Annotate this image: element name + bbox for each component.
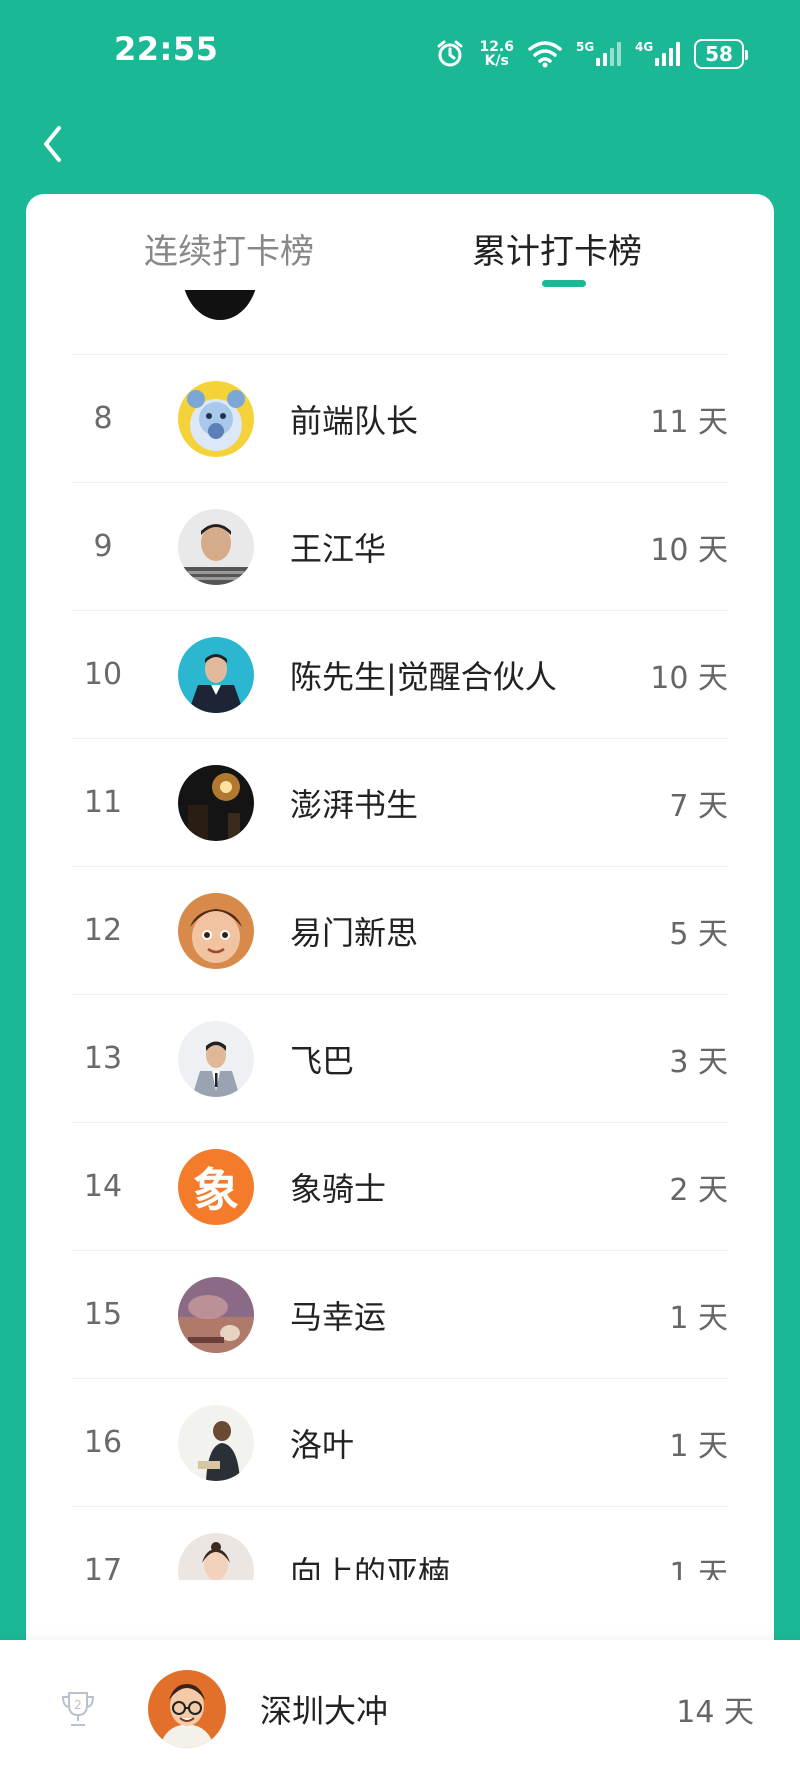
list-item[interactable]: 8 前端队长 11 天 <box>72 355 728 483</box>
rank-number: 13 <box>83 1041 123 1076</box>
man-portrait-avatar <box>178 508 254 585</box>
list-item[interactable]: 13 飞巴 3 天 <box>72 995 728 1123</box>
user-name: 向上的亚楠 <box>290 1553 451 1581</box>
my-rank-badge: 2 <box>74 1698 82 1712</box>
days-count: 10 天 <box>650 660 728 696</box>
user-name: 王江华 <box>290 529 387 568</box>
user-name: 象骑士 <box>290 1169 387 1208</box>
my-days-count: 14 天 <box>676 1695 754 1730</box>
elephant-char-avatar: 象 <box>178 1148 254 1225</box>
tab-consecutive[interactable]: 连续打卡榜 <box>144 224 314 273</box>
days-count: 5 天 <box>669 916 728 952</box>
status-icons: 12.6 K/s 5G 4G 58 <box>435 36 748 72</box>
cartoon-bear-avatar <box>178 380 254 457</box>
days-count: 2 天 <box>669 1172 728 1208</box>
days-count: 7 天 <box>669 788 728 824</box>
chevron-left-icon <box>44 126 61 162</box>
rank-number: 14 <box>83 1169 123 1204</box>
battery-level: 58 <box>705 42 733 66</box>
cartoon-boy-avatar <box>178 892 254 969</box>
signal-4g-label: 4G <box>635 40 654 54</box>
battery-icon: 58 <box>694 39 748 69</box>
tab-cumulative[interactable]: 累计打卡榜 <box>472 224 642 273</box>
rank-number: 11 <box>83 785 123 820</box>
list-item[interactable]: 9 王江华 10 天 <box>72 483 728 611</box>
list-item[interactable]: 10 陈先生|觉醒合伙人 10 天 <box>72 611 728 739</box>
list-item[interactable]: 11 澎湃书生 7 天 <box>72 739 728 867</box>
signal-bars-icon <box>596 42 621 66</box>
days-count: 1 天 <box>669 1300 728 1336</box>
list-item[interactable]: 17 向上的亚楠 1 天 <box>72 1507 728 1580</box>
list-item[interactable]: 14 象 象骑士 2 天 <box>72 1123 728 1251</box>
avatar-character: 象 <box>193 1162 239 1217</box>
glasses-man-avatar <box>148 1670 226 1748</box>
rank-number: 9 <box>93 529 113 564</box>
signal-5g-label: 5G <box>576 40 595 54</box>
reading-person-avatar <box>178 1404 254 1481</box>
user-name: 陈先生|觉醒合伙人 <box>290 657 557 696</box>
rank-number: 17 <box>83 1553 123 1580</box>
signal-5g: 5G <box>576 40 621 66</box>
rank-number: 16 <box>83 1425 123 1460</box>
rank-number: 8 <box>93 401 113 436</box>
trophy-icon: 2 <box>61 1692 95 1726</box>
rank-number: 12 <box>83 913 123 948</box>
speed-value: 12.6 <box>479 39 514 55</box>
signal-4g: 4G <box>635 40 680 66</box>
days-count: 1 天 <box>669 1428 728 1464</box>
user-name: 马幸运 <box>290 1297 387 1336</box>
back-button[interactable] <box>32 118 72 170</box>
speed-unit: K/s <box>484 53 509 69</box>
wifi-icon <box>528 41 562 68</box>
network-speed: 12.6 K/s <box>479 40 514 68</box>
days-count: 10 天 <box>650 532 728 568</box>
my-name: 深圳大冲 <box>260 1692 389 1730</box>
suit-man-avatar <box>178 636 254 713</box>
list-item[interactable]: 15 马幸运 1 天 <box>72 1251 728 1379</box>
user-name: 易门新思 <box>290 913 419 952</box>
my-rank-bar[interactable]: 2 深圳大冲 14 天 <box>0 1640 800 1778</box>
status-time: 22:55 <box>114 30 219 68</box>
illustrated-woman-avatar <box>178 1532 254 1580</box>
businessman-avatar <box>178 1020 254 1097</box>
user-name: 洛叶 <box>290 1425 355 1464</box>
user-name: 飞巴 <box>290 1041 355 1080</box>
avatar <box>182 290 258 320</box>
list-item[interactable]: 16 洛叶 1 天 <box>72 1379 728 1507</box>
signal-bars-icon <box>655 42 680 66</box>
user-name: 澎湃书生 <box>290 785 419 824</box>
leaderboard-card: 连续打卡榜 累计打卡榜 8 前端队长 11 天 9 王江华 10 天 10 陈先… <box>26 194 774 1778</box>
alarm-icon <box>437 40 463 67</box>
status-bar: 22:55 12.6 K/s 5G 4G 58 <box>0 0 800 108</box>
night-scene-avatar <box>178 764 254 841</box>
tab-bar: 连续打卡榜 累计打卡榜 <box>26 194 774 290</box>
days-count: 11 天 <box>650 404 728 440</box>
tab-indicator <box>542 280 586 287</box>
leaderboard-list[interactable]: 8 前端队长 11 天 9 王江华 10 天 10 陈先生|觉醒合伙人 10 天… <box>26 290 774 1580</box>
user-name: 前端队长 <box>290 401 419 440</box>
rank-number: 10 <box>83 657 123 692</box>
landscape-painting-avatar <box>178 1276 254 1353</box>
days-count: 1 天 <box>669 1556 728 1581</box>
rank-number: 15 <box>83 1297 123 1332</box>
days-count: 3 天 <box>669 1044 728 1080</box>
list-item[interactable]: 12 易门新思 5 天 <box>72 867 728 995</box>
